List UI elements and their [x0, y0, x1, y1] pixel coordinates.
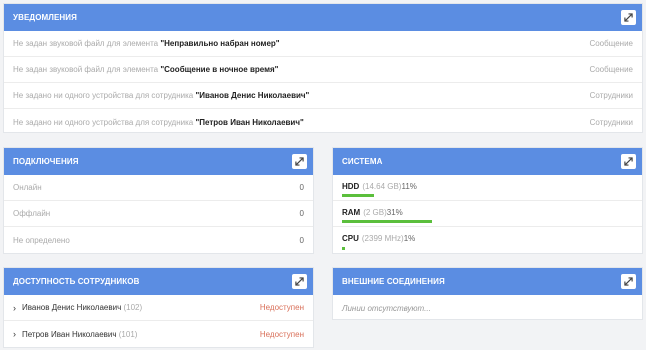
notifications-list: Не задан звуковой файл для элемента "Неп… [4, 31, 642, 132]
external-empty-text: Линии отсутствуют... [342, 303, 431, 313]
connection-count: 0 [299, 183, 304, 192]
external-header: Внешние соединения [333, 268, 642, 295]
connections-panel: Подключения Онлайн 0 Оффлайн 0 Не опреде… [3, 147, 314, 254]
connection-row-offline: Оффлайн 0 [4, 201, 313, 227]
system-label: HDD [342, 181, 360, 191]
system-row-ram: RAM (2 GB) 31% [333, 201, 642, 227]
connection-count: 0 [299, 209, 304, 218]
employee-extension: (101) [118, 329, 138, 339]
system-row-hdd: HDD (14.64 GB) 11% [333, 175, 642, 201]
external-empty-row: Линии отсутствуют... [333, 295, 642, 319]
system-label: CPU [342, 233, 359, 243]
notifications-header: Уведомления [4, 4, 642, 31]
connection-label: Оффлайн [13, 209, 51, 218]
notification-item[interactable]: Не задан звуковой файл для элемента "Соо… [4, 57, 642, 83]
notification-target: "Неправильно набран номер" [160, 39, 280, 48]
system-detail: (2 GB) [363, 207, 387, 217]
notification-target: "Сообщение в ночное время" [160, 65, 279, 74]
external-panel: Внешние соединения Линии отсутствуют... [332, 267, 643, 320]
availability-header: Доступность сотрудников [4, 268, 313, 295]
notification-item[interactable]: Не задано ни одного устройства для сотру… [4, 109, 642, 132]
system-percent: 11% [401, 181, 417, 191]
notification-target: "Иванов Денис Николаевич" [195, 91, 310, 100]
system-header: Система [333, 148, 642, 175]
usage-bar [342, 194, 374, 197]
availability-title: Доступность сотрудников [13, 277, 140, 286]
employee-status: Недоступен [259, 303, 304, 312]
system-percent: 1% [403, 233, 416, 243]
expand-arrows-icon [295, 157, 304, 166]
external-expand-button[interactable] [621, 274, 636, 289]
connections-expand-button[interactable] [292, 154, 307, 169]
notification-item[interactable]: Не задан звуковой файл для элемента "Неп… [4, 31, 642, 57]
expand-arrows-icon [624, 157, 633, 166]
notification-prefix: Не задан звуковой файл для элемента [13, 65, 159, 74]
employee-status: Недоступен [259, 329, 304, 339]
notifications-panel: Уведомления Не задан звуковой файл для э… [3, 3, 643, 133]
system-expand-button[interactable] [621, 154, 636, 169]
connection-row-undefined: Не определено 0 [4, 227, 313, 253]
employee-extension: (102) [123, 303, 143, 312]
notification-prefix: Не задано ни одного устройства для сотру… [13, 91, 194, 100]
expand-arrows-icon [624, 13, 633, 22]
connection-label: Онлайн [13, 183, 42, 192]
employee-row[interactable]: › Петров Иван Николаевич (101) Недоступе… [4, 321, 313, 347]
chevron-right-icon[interactable]: › [13, 303, 16, 313]
chevron-right-icon[interactable]: › [13, 329, 16, 339]
employee-row[interactable]: › Иванов Денис Николаевич (102) Недоступ… [4, 295, 313, 321]
connection-row-online: Онлайн 0 [4, 175, 313, 201]
external-title: Внешние соединения [342, 277, 445, 286]
employee-name: Петров Иван Николаевич [22, 329, 117, 339]
connections-header: Подключения [4, 148, 313, 175]
expand-arrows-icon [624, 277, 633, 286]
system-title: Система [342, 157, 383, 166]
notification-category: Сообщение [589, 39, 633, 48]
availability-expand-button[interactable] [292, 274, 307, 289]
notifications-expand-button[interactable] [621, 10, 636, 25]
connection-count: 0 [299, 235, 304, 245]
notification-prefix: Не задано ни одного устройства для сотру… [13, 117, 194, 127]
availability-panel: Доступность сотрудников › Иванов Денис Н… [3, 267, 314, 348]
system-label: RAM [342, 207, 361, 217]
system-panel: Система HDD (14.64 GB) 11% RAM (2 GB) 31% … [332, 147, 643, 254]
notification-target: "Петров Иван Николаевич" [195, 117, 304, 127]
notification-category: Сообщение [589, 65, 633, 74]
notification-category: Сотрудники [589, 117, 633, 127]
usage-bar [342, 220, 432, 223]
connections-title: Подключения [13, 157, 79, 166]
system-row-cpu: CPU (2399 MHz) 1% [333, 227, 642, 253]
notification-category: Сотрудники [589, 91, 633, 100]
system-percent: 31% [386, 207, 403, 217]
notification-prefix: Не задан звуковой файл для элемента [13, 39, 159, 48]
notification-item[interactable]: Не задано ни одного устройства для сотру… [4, 83, 642, 109]
notifications-title: Уведомления [13, 13, 78, 22]
usage-bar [342, 247, 345, 250]
expand-arrows-icon [295, 277, 304, 286]
system-detail: (2399 MHz) [361, 233, 404, 243]
connection-label: Не определено [13, 235, 70, 245]
system-detail: (14.64 GB) [362, 181, 402, 191]
employee-name: Иванов Денис Николаевич [22, 303, 122, 312]
